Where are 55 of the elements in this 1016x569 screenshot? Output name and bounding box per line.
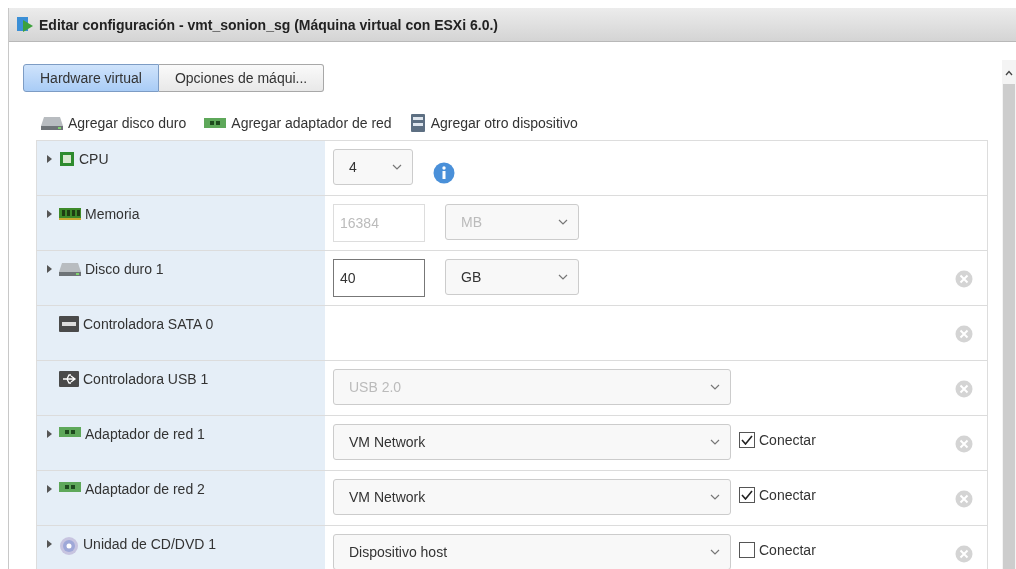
chevron-icon [710,549,720,555]
expand-arrow[interactable] [47,430,52,438]
info-icon[interactable] [433,162,455,184]
dropdown[interactable]: Dispositivo host [333,534,731,569]
checkbox-label: Conectar [759,487,816,503]
hard-drive-icon [41,115,63,131]
device-label: CPU [79,151,109,167]
expand-arrow[interactable] [47,210,52,218]
checkbox[interactable] [739,542,755,558]
sata-controller-icon [59,316,79,332]
window-icon [15,15,35,34]
dropdown[interactable]: 4 [333,149,413,185]
scrollbar[interactable] [1002,60,1016,569]
expand-arrow[interactable] [47,265,52,273]
device-label: Controladora SATA 0 [83,316,214,332]
device-label: Disco duro 1 [85,261,164,277]
device-label: Adaptador de red 1 [85,426,205,442]
checkbox-label: Conectar [759,432,816,448]
chevron-icon [558,219,568,225]
disc-icon [59,536,79,556]
chevron-icon [710,494,720,500]
input-field[interactable]: 40 [333,259,425,297]
hard-drive-icon [59,261,81,277]
chevron-icon [710,384,720,390]
dropdown[interactable]: VM Network [333,479,731,515]
device-label: Unidad de CD/DVD 1 [83,536,217,552]
server-icon [409,114,426,132]
network-card-icon [59,481,81,493]
dropdown[interactable]: VM Network [333,424,731,460]
chevron-icon [710,439,720,445]
chevron-icon [558,274,568,280]
tab[interactable]: Opciones de máqui... [158,64,325,92]
checkbox[interactable] [739,487,755,503]
add-network-button[interactable]: Agregar adaptador de red [204,115,392,131]
check-icon [741,435,753,445]
check-icon [741,490,753,500]
device-label: Adaptador de red 2 [85,481,205,497]
expand-arrow[interactable] [47,540,52,548]
device-label: Controladora USB 1 [83,371,209,387]
usb-icon [59,371,79,387]
dropdown[interactable]: GB [445,259,579,295]
add-device-button[interactable]: Agregar otro dispositivo [409,114,578,132]
device-label: Memoria [85,206,140,222]
network-card-icon [204,117,227,129]
expand-arrow[interactable] [47,485,52,493]
memory-module-icon [59,206,81,220]
tab[interactable]: Hardware virtual [23,64,159,92]
window-title: Editar configuración - vmt_sonion_sg (Máquina virtual con ESXi 6.0.) [39,16,498,33]
checkbox[interactable] [739,432,755,448]
chevron-icon [392,164,402,170]
checkbox-label: Conectar [759,542,816,558]
add-disk-button[interactable]: Agregar disco duro [41,115,187,131]
network-card-icon [59,426,81,438]
chip-icon [59,151,75,167]
expand-arrow[interactable] [47,155,52,163]
